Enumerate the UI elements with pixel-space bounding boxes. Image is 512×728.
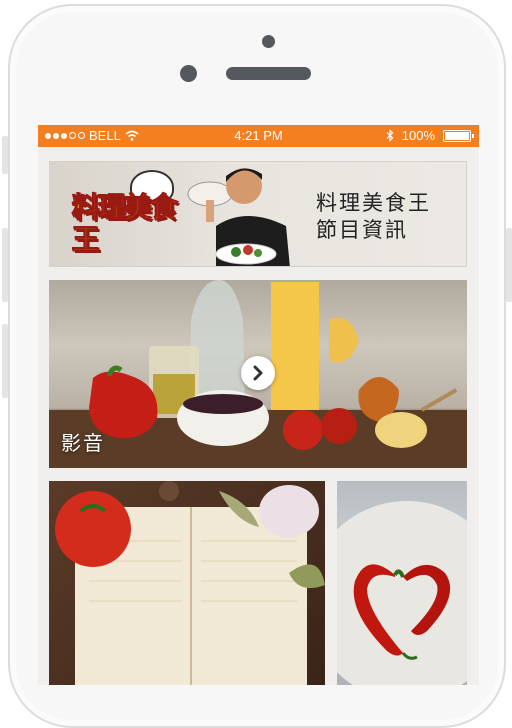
- battery-percent: 100%: [401, 128, 435, 143]
- proximity-sensor: [180, 65, 197, 82]
- video-tile[interactable]: 影音: [49, 280, 467, 468]
- power-button: [506, 228, 512, 302]
- status-right: 100%: [386, 128, 474, 143]
- battery-icon: [443, 129, 474, 142]
- mute-switch: [2, 136, 8, 174]
- banner-title-line2: 節目資訊: [316, 218, 408, 242]
- pepper-tile[interactable]: [337, 481, 467, 685]
- recipe-book-photo: [55, 481, 325, 685]
- video-tile-label: 影音: [61, 431, 105, 455]
- status-bar: BELL 4:21 PM 100%: [38, 125, 479, 147]
- recipe-tile[interactable]: [49, 481, 325, 685]
- front-camera: [262, 35, 275, 48]
- chili-heart-photo: [337, 501, 467, 685]
- chevron-right-icon: [253, 365, 263, 381]
- show-logo: 料理美食王: [72, 191, 179, 256]
- bluetooth-icon: [386, 129, 394, 142]
- chef-photo: [187, 168, 290, 266]
- volume-up-button: [2, 228, 8, 302]
- program-info-banner[interactable]: 料理美食王 料理美食王 節目資訊: [49, 161, 467, 267]
- earpiece-speaker: [226, 67, 311, 80]
- banner-title-line1: 料理美食王: [316, 191, 431, 215]
- app-screen: BELL 4:21 PM 100% 料理美食王 料理美食王 節目資訊 影音: [38, 125, 479, 685]
- volume-down-button: [2, 324, 8, 398]
- next-arrow-button[interactable]: [241, 356, 275, 390]
- banner-title: 料理美食王 節目資訊: [316, 190, 431, 244]
